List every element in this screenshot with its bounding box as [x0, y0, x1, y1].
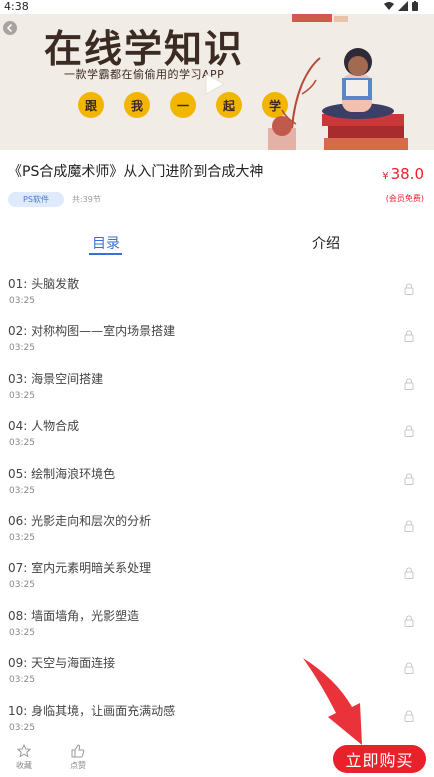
lesson-duration: 03:25 — [9, 627, 35, 638]
lock-icon — [404, 662, 414, 675]
lock-icon — [404, 473, 414, 485]
status-icons — [384, 1, 418, 11]
status-time: 4:38 — [4, 0, 29, 13]
list-item[interactable]: 02: 对称构图——室内场景搭建 03:25 — [0, 320, 434, 367]
lesson-duration: 03:25 — [9, 296, 35, 306]
lesson-count: 共:39节 — [72, 195, 101, 204]
banner-char: 跟 — [78, 92, 104, 118]
lesson-duration: 03:25 — [9, 485, 35, 496]
like-label: 点赞 — [70, 761, 86, 770]
banner-title: 在线学知识 — [44, 27, 245, 71]
wifi-icon — [384, 2, 394, 10]
signal-icon — [398, 1, 408, 11]
list-item[interactable]: 07: 室内元素明暗关系处理 03:25 — [0, 557, 434, 604]
pointer-arrow-icon — [303, 658, 362, 745]
lesson-duration: 03:25 — [9, 580, 35, 591]
lesson-duration: 03:25 — [9, 390, 35, 401]
star-icon — [17, 744, 31, 758]
banner-char: 一 — [170, 92, 196, 118]
play-icon[interactable] — [204, 72, 226, 96]
lock-icon — [404, 710, 414, 722]
lesson-title: 08: 墙面墙角，光影塑造 — [8, 608, 140, 623]
lesson-title: 06: 光影走向和层次的分析 — [8, 513, 152, 528]
price-value: 38.0 — [390, 165, 424, 183]
list-item[interactable]: 04: 人物合成 03:25 — [0, 415, 434, 462]
lock-icon — [404, 378, 414, 390]
lesson-title: 01: 头脑发散 — [8, 277, 80, 291]
status-bar: 4:38 — [0, 0, 434, 14]
lesson-duration: 03:25 — [9, 343, 35, 354]
lesson-title: 10: 身临其境，让画面充满动感 — [8, 703, 176, 718]
thumbs-up-icon — [71, 744, 85, 758]
lesson-duration: 03:25 — [9, 675, 35, 686]
lesson-duration: 03:25 — [9, 438, 35, 449]
course-price: ¥38.0 — [382, 165, 424, 183]
list-item[interactable]: 01: 头脑发散 03:25 — [0, 273, 434, 320]
lesson-duration: 03:25 — [9, 532, 35, 543]
tab-catalog[interactable]: 目录 — [92, 233, 120, 253]
favorite-button[interactable]: 收藏 — [9, 744, 39, 771]
lesson-title: 05: 绘制海浪环境色 — [8, 466, 116, 481]
price-symbol: ¥ — [382, 171, 389, 182]
lesson-title: 03: 海景空间搭建 — [8, 371, 104, 386]
banner-slogan: 跟 我 一 起 学 — [78, 92, 288, 118]
reading-girl-illustration — [268, 14, 408, 150]
lesson-duration: 03:25 — [9, 722, 35, 733]
lesson-title: 02: 对称构图——室内场景搭建 — [8, 324, 176, 339]
course-banner[interactable]: 在线学知识 一款学霸都在偷偷用的学习APP 跟 我 一 起 学 — [0, 14, 434, 150]
lock-icon — [404, 283, 414, 295]
banner-char: 我 — [124, 92, 150, 118]
battery-icon — [412, 1, 418, 11]
lesson-title: 09: 天空与海面连接 — [8, 656, 116, 671]
member-free-note: (会员免费) — [385, 194, 424, 203]
banner-subtitle: 一款学霸都在偷偷用的学习APP — [64, 68, 225, 81]
lock-icon — [404, 425, 414, 438]
lock-icon — [404, 615, 414, 627]
list-item[interactable]: 06: 光影走向和层次的分析 03:25 — [0, 510, 434, 557]
favorite-label: 收藏 — [16, 761, 32, 770]
back-icon[interactable] — [3, 21, 17, 35]
buy-now-button[interactable]: 立即购买 — [333, 745, 426, 773]
category-tag[interactable]: PS软件 — [8, 192, 64, 207]
list-item[interactable]: 05: 绘制海浪环境色 03:25 — [0, 463, 434, 510]
tab-intro[interactable]: 介绍 — [312, 233, 340, 253]
lesson-title: 07: 室内元素明暗关系处理 — [8, 561, 152, 576]
lock-icon — [404, 520, 414, 532]
lock-icon — [404, 567, 414, 580]
list-item[interactable]: 08: 墙面墙角，光影塑造 03:25 — [0, 605, 434, 652]
like-button[interactable]: 点赞 — [63, 744, 93, 771]
tab-active-indicator — [89, 253, 122, 255]
list-item[interactable]: 03: 海景空间搭建 03:25 — [0, 368, 434, 415]
lock-icon — [404, 330, 414, 343]
course-title: 《PS合成魔术师》从入门进阶到合成大神 — [8, 164, 264, 180]
lesson-title: 04: 人物合成 — [8, 419, 80, 434]
